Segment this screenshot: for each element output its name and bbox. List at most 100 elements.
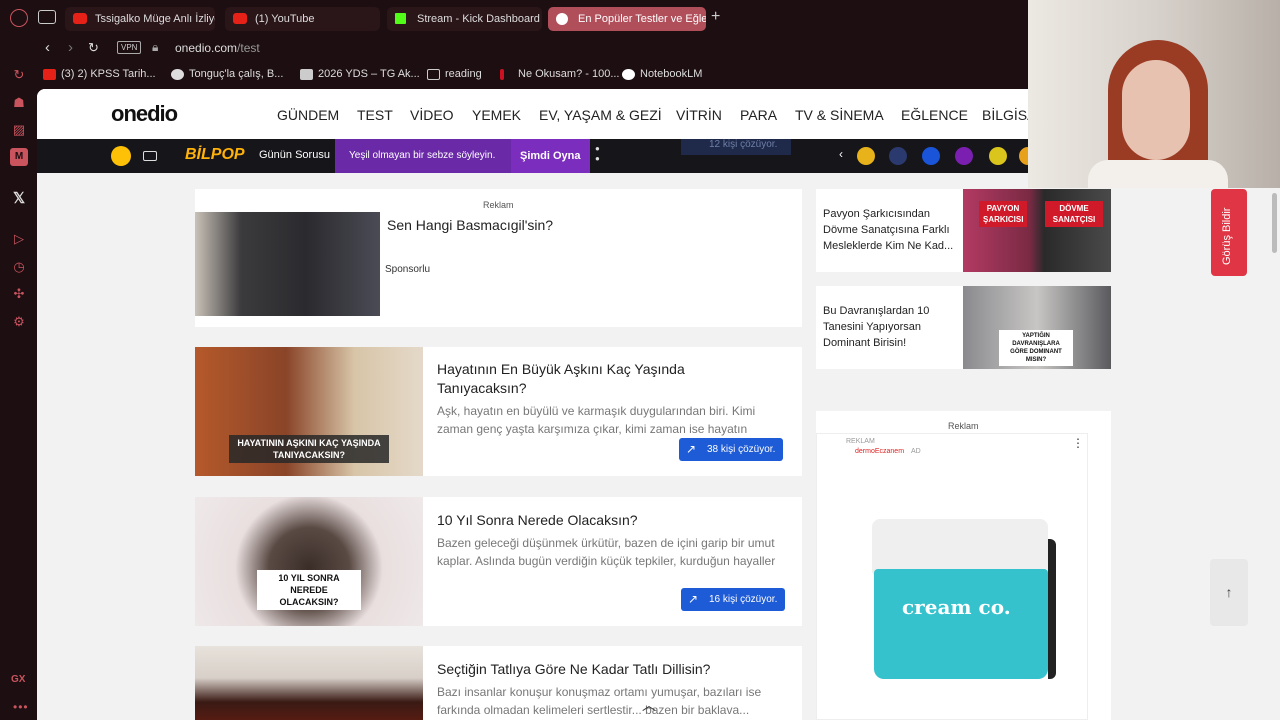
side-test-card[interactable]: Bu Davranışlardan 10 Tanesini Yapıyorsan…	[816, 286, 1111, 369]
ad-small-label: REKLAM	[846, 438, 875, 445]
sponsored-card[interactable]: Reklam Sen Hangi Basmacıgil'sin? Sponsor…	[195, 189, 802, 327]
menu-video[interactable]: VİDEO	[410, 107, 454, 123]
sponsored-title[interactable]: Sen Hangi Basmacıgil'sin?	[387, 216, 553, 235]
game-badge-icon[interactable]	[922, 147, 940, 165]
feedback-button[interactable]: Görüş Bildir	[1211, 189, 1247, 276]
menu-eglence[interactable]: EĞLENCE	[901, 107, 968, 123]
forward-icon[interactable]: ›	[68, 39, 73, 56]
bookmark-0[interactable]: (3) 2) KPSS Tarih...	[43, 68, 156, 80]
more-dots-icon[interactable]: •••	[13, 700, 29, 714]
test-image[interactable]	[195, 646, 423, 720]
jar-lid	[872, 519, 1048, 575]
workspace-icon[interactable]: ☗	[10, 94, 28, 112]
back-icon[interactable]: ‹	[45, 39, 50, 56]
game-badge-icon[interactable]	[989, 147, 1007, 165]
bookmark-5[interactable]: NotebookLM	[622, 68, 702, 80]
side-test-card[interactable]: Pavyon Şarkıcısından Dövme Sanatçısına F…	[816, 189, 1111, 272]
new-tab-button[interactable]: +	[711, 8, 720, 26]
game-badge-icon[interactable]	[889, 147, 907, 165]
test-title[interactable]: Seçtiğin Tatlıya Göre Ne Kadar Tatlı Dil…	[437, 660, 710, 679]
test-description: Bazen geleceği düşünmek ürkütür, bazen d…	[437, 536, 776, 568]
daily-question-text[interactable]: Yeşil olmayan bir sebze söyleyin.	[335, 139, 511, 173]
url-field[interactable]: onedio.com/test	[175, 41, 260, 55]
test-image[interactable]: HAYATININ AŞKINI KAÇ YAŞINDA TANIYACAKSI…	[195, 347, 423, 476]
scrollbar-thumb[interactable]	[1272, 193, 1277, 253]
tab-3-active[interactable]: En Popüler Testler ve Eğlen	[548, 7, 706, 31]
pinboard-icon[interactable]: ▨	[10, 121, 28, 139]
tab-0[interactable]: Tssigalko Müge Anlı İzliyor	[65, 7, 215, 31]
badge-label: 16 kişi çözüyor.	[709, 594, 778, 605]
chevron-left-icon[interactable]: ‹	[839, 147, 843, 161]
card-icon[interactable]	[143, 151, 157, 161]
settings-gear-icon[interactable]: ⚙	[10, 313, 28, 331]
side-test-title[interactable]: Pavyon Şarkıcısından Dövme Sanatçısına F…	[823, 206, 959, 254]
bookmark-1[interactable]: Tonguç'la çalış, B...	[171, 68, 283, 80]
tg-icon	[300, 69, 313, 80]
test-description: Aşk, hayatın en büyülü ve karmaşık duygu…	[437, 404, 756, 436]
chevron-up-icon[interactable]: ︿	[642, 695, 656, 715]
image-caption: YAPTIĞIN DAVRANIŞLARA GÖRE DOMINANT MISI…	[999, 330, 1073, 366]
lock-icon[interactable]: 🔒︎	[152, 40, 158, 55]
pager-dots-icon[interactable]: ● ●	[595, 144, 600, 164]
game-icon[interactable]	[111, 146, 131, 166]
sponsored-tag: Sponsorlu	[385, 264, 431, 275]
gx-label[interactable]: GX	[11, 674, 25, 685]
solving-count-badge[interactable]: ↗ 38 kişi çözüyor.	[679, 438, 784, 461]
test-card[interactable]: 10 YIL SONRA NEREDE OLACAKSIN? 10 Yıl So…	[195, 497, 802, 626]
x-twitter-icon[interactable]: 𝕏	[10, 190, 28, 208]
bookmarks-bar: (3) 2) KPSS Tarih... Tonguç'la çalış, B.…	[37, 62, 1030, 88]
test-card[interactable]: HAYATININ AŞKINI KAÇ YAŞINDA TANIYACAKSI…	[195, 347, 802, 476]
page-scrollbar[interactable]	[1270, 173, 1280, 720]
player-icon[interactable]: ▷	[10, 230, 28, 248]
ad-label: Reklam	[483, 200, 514, 210]
test-card[interactable]: Seçtiğin Tatlıya Göre Ne Kadar Tatlı Dil…	[195, 646, 802, 720]
side-test-title[interactable]: Bu Davranışlardan 10 Tanesini Yapıyorsan…	[823, 303, 953, 351]
test-title[interactable]: Hayatının En Büyük Aşkını Kaç Yaşında Ta…	[437, 360, 737, 398]
reload-icon[interactable]: ↻	[88, 40, 99, 56]
solving-count-badge[interactable]: ↗ 16 kişi çözüyor.	[681, 588, 786, 611]
bookmark-2[interactable]: 2026 YDS – TG Ak...	[300, 68, 420, 80]
bookmark-4[interactable]: Ne Okusam? - 100...	[500, 68, 620, 80]
ad-label: Reklam	[948, 421, 979, 431]
jar-body	[874, 569, 1048, 679]
game-badge-icon[interactable]	[955, 147, 973, 165]
side-test-image[interactable]: PAVYON ŞARKICISI DÖVME SANATÇISI	[963, 189, 1111, 272]
menu-para[interactable]: PARA	[740, 107, 777, 123]
menu-yemek[interactable]: YEMEK	[472, 107, 521, 123]
side-test-image[interactable]: YAPTIĞIN DAVRANIŞLARA GÖRE DOMINANT MISI…	[963, 286, 1111, 369]
folder-icon	[427, 69, 440, 80]
image-caption: 10 YIL SONRA NEREDE OLACAKSIN?	[257, 570, 361, 610]
ad-menu-icon[interactable]: ⋮	[1072, 437, 1084, 449]
image-caption: PAVYON ŞARKICISI	[979, 201, 1027, 227]
menu-tv-sinema[interactable]: TV & SİNEMA	[795, 107, 884, 123]
cream-jar-image[interactable]: cream co.	[872, 519, 1057, 679]
image-caption: HAYATININ AŞKINI KAÇ YAŞINDA TANIYACAKSI…	[229, 435, 389, 463]
advertiser-name[interactable]: dermoEczanem	[855, 448, 904, 455]
opera-logo-icon[interactable]	[10, 9, 28, 27]
url-domain: onedio.com	[175, 41, 238, 55]
bilpop-logo[interactable]: BİLPOP	[185, 146, 245, 164]
test-image[interactable]: 10 YIL SONRA NEREDE OLACAKSIN?	[195, 497, 423, 626]
play-now-button[interactable]: Şimdi Oyna	[511, 139, 590, 173]
tab-overview-icon[interactable]	[38, 10, 56, 24]
bookmark-3[interactable]: reading	[427, 68, 482, 80]
menu-gundem[interactable]: GÜNDEM	[277, 107, 339, 123]
menu-test[interactable]: TEST	[357, 107, 393, 123]
vpn-badge[interactable]: VPN	[117, 41, 142, 54]
history-icon[interactable]: ◷	[10, 258, 28, 276]
tab-2[interactable]: Stream - Kick Dashboard	[387, 7, 542, 31]
menu-ev-yasam[interactable]: EV, YAŞAM & GEZİ	[539, 107, 662, 123]
tab-1[interactable]: (1) YouTube	[225, 7, 380, 31]
game-badge-icon[interactable]	[857, 147, 875, 165]
menu-vitrin[interactable]: VİTRİN	[676, 107, 722, 123]
onedio-logo[interactable]: onedio	[111, 101, 178, 127]
tab-label: Stream - Kick Dashboard	[417, 13, 540, 25]
test-title[interactable]: 10 Yıl Sonra Nerede Olacaksın?	[437, 511, 638, 530]
youtube-icon	[73, 13, 87, 24]
scroll-to-top-button[interactable]: ↑	[1210, 559, 1248, 626]
extensions-icon[interactable]: ✣	[10, 285, 28, 303]
aria-icon[interactable]: ↻	[10, 66, 28, 84]
kick-icon	[395, 13, 406, 24]
gmail-icon[interactable]: M	[10, 148, 28, 166]
sponsored-image[interactable]	[195, 212, 380, 316]
